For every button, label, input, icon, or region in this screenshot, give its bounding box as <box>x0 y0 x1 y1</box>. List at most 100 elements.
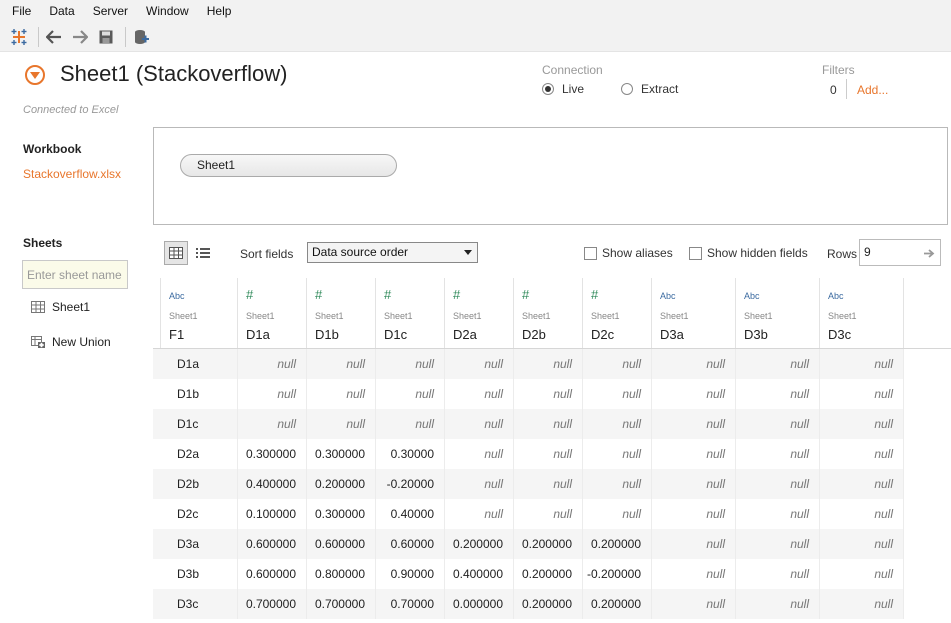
column-header[interactable]: # Sheet1 D2a <box>445 278 514 348</box>
table-cell: 0.700000 <box>238 589 307 619</box>
menu-window[interactable]: Window <box>144 4 191 18</box>
column-header[interactable]: Abc Sheet1 D3c <box>820 278 904 348</box>
join-canvas[interactable]: Sheet1 <box>153 127 948 225</box>
table-row: D3b 0.600000 0.800000 0.90000 0.400000 0.2000… <box>153 559 904 589</box>
table-cell: null <box>820 559 904 589</box>
rows-input[interactable]: 9 <box>859 239 941 266</box>
save-icon[interactable] <box>95 26 117 48</box>
table-cell: null <box>652 469 736 499</box>
sheet-item-sheet1[interactable]: Sheet1 <box>31 300 90 314</box>
extract-radio-dot[interactable] <box>621 83 633 95</box>
table-cell: 0.000000 <box>445 589 514 619</box>
table-cell: 0.200000 <box>445 529 514 559</box>
string-type-icon[interactable]: Abc <box>828 291 844 301</box>
sort-fields-label: Sort fields <box>240 247 294 261</box>
row-gap <box>153 589 161 619</box>
table-cell: null <box>652 529 736 559</box>
column-source: Sheet1 <box>591 311 620 321</box>
table-cell: null <box>445 469 514 499</box>
table-cell: null <box>307 409 376 439</box>
column-name[interactable]: D3a <box>660 327 684 342</box>
live-radio-dot[interactable] <box>542 83 554 95</box>
menu-help[interactable]: Help <box>205 4 234 18</box>
row-label-cell: D3a <box>161 529 238 559</box>
string-type-icon[interactable]: Abc <box>660 291 676 301</box>
table-cell: 0.700000 <box>307 589 376 619</box>
number-type-icon[interactable]: # <box>246 287 253 302</box>
menu-file[interactable]: File <box>10 4 33 18</box>
column-name[interactable]: D2c <box>591 327 614 342</box>
list-view-button[interactable] <box>191 241 215 265</box>
table-cell: null <box>514 439 583 469</box>
row-gap <box>153 409 161 439</box>
column-name[interactable]: D1b <box>315 327 339 342</box>
row-label-cell: D1b <box>161 379 238 409</box>
back-arrow-icon[interactable] <box>43 26 65 48</box>
number-type-icon[interactable]: # <box>315 287 322 302</box>
column-name[interactable]: D1a <box>246 327 270 342</box>
datasource-menu-icon[interactable] <box>25 65 45 85</box>
menu-bar: File Data Server Window Help <box>0 0 951 22</box>
column-name[interactable]: D3b <box>744 327 768 342</box>
table-row: D1c null null null null null null null null null <box>153 409 904 439</box>
column-name[interactable]: D3c <box>828 327 851 342</box>
column-name[interactable]: D2a <box>453 327 477 342</box>
column-header[interactable]: Abc Sheet1 D3a <box>652 278 736 348</box>
column-name[interactable]: F1 <box>169 327 184 342</box>
column-header[interactable]: Abc Sheet1 D3b <box>736 278 820 348</box>
number-type-icon[interactable]: # <box>384 287 391 302</box>
datasource-title[interactable]: Sheet1 (Stackoverflow) <box>60 61 287 87</box>
column-header[interactable]: # Sheet1 D1c <box>376 278 445 348</box>
column-header[interactable]: # Sheet1 D2b <box>514 278 583 348</box>
row-label-cell: D3c <box>161 589 238 619</box>
new-datasource-icon[interactable] <box>130 26 152 48</box>
table-cell: null <box>514 379 583 409</box>
table-cell: 0.300000 <box>238 439 307 469</box>
show-hidden-fields-label: Show hidden fields <box>707 246 808 260</box>
table-cell: null <box>514 409 583 439</box>
column-header[interactable]: # Sheet1 D1a <box>238 278 307 348</box>
table-cell: null <box>583 469 652 499</box>
table-row: D2c 0.100000 0.300000 0.40000 null null null nu… <box>153 499 904 529</box>
column-header[interactable]: # Sheet1 D2c <box>583 278 652 348</box>
string-type-icon[interactable]: Abc <box>169 291 185 301</box>
table-cell: null <box>736 529 820 559</box>
rows-label: Rows <box>827 247 858 261</box>
menu-data[interactable]: Data <box>47 4 76 18</box>
sheet-search-input[interactable] <box>22 260 128 289</box>
column-name[interactable]: D2b <box>522 327 546 342</box>
workbook-heading: Workbook <box>23 142 82 156</box>
row-header-gap <box>153 278 161 348</box>
table-cell: null <box>820 529 904 559</box>
column-header[interactable]: Abc Sheet1 F1 <box>161 278 238 348</box>
grid-view-button[interactable] <box>164 241 188 265</box>
sheet-item-new-union[interactable]: New Union <box>31 335 111 349</box>
menu-server[interactable]: Server <box>91 4 130 18</box>
show-aliases-checkbox[interactable]: Show aliases <box>584 246 673 260</box>
number-type-icon[interactable]: # <box>453 287 460 302</box>
table-cell: null <box>736 439 820 469</box>
column-source: Sheet1 <box>744 311 773 321</box>
add-filter-link[interactable]: Add... <box>857 83 888 97</box>
forward-arrow-icon[interactable] <box>69 26 91 48</box>
number-type-icon[interactable]: # <box>591 287 598 302</box>
tableau-logo-icon[interactable] <box>8 26 30 48</box>
table-row: D2a 0.300000 0.300000 0.30000 null null null nu… <box>153 439 904 469</box>
sheet-pill[interactable]: Sheet1 <box>180 154 397 177</box>
workbook-file-link[interactable]: Stackoverflow.xlsx <box>23 167 121 181</box>
show-hidden-fields-checkbox[interactable]: Show hidden fields <box>689 246 808 260</box>
extract-radio[interactable]: Extract <box>621 82 678 96</box>
column-source: Sheet1 <box>384 311 413 321</box>
string-type-icon[interactable]: Abc <box>744 291 760 301</box>
checkbox-box[interactable] <box>584 246 597 260</box>
checkbox-box[interactable] <box>689 246 702 260</box>
table-cell: null <box>736 469 820 499</box>
live-radio[interactable]: Live <box>542 82 584 96</box>
grid-header: Abc Sheet1 F1 # Sheet1 D1a # Sheet1 D1b # Sheet1 D1… <box>153 278 951 349</box>
table-cell: null <box>307 379 376 409</box>
column-header[interactable]: # Sheet1 D1b <box>307 278 376 348</box>
column-name[interactable]: D1c <box>384 327 407 342</box>
number-type-icon[interactable]: # <box>522 287 529 302</box>
sort-fields-select[interactable]: Data source order <box>307 242 478 263</box>
table-cell: null <box>445 499 514 529</box>
